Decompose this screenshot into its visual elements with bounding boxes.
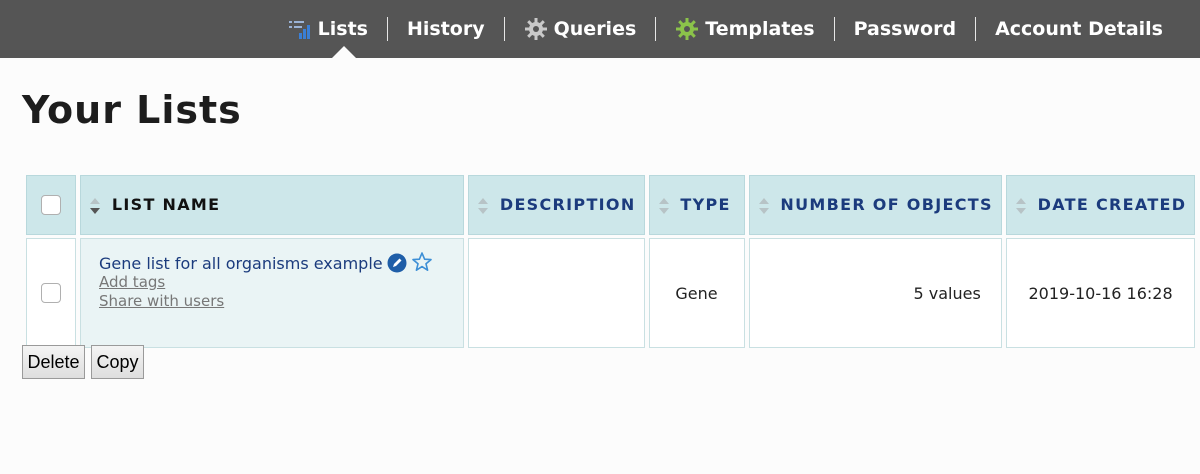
page-title: Your Lists (22, 88, 242, 132)
active-tab-pointer (332, 46, 356, 58)
date-created-cell: 2019-10-16 16:28 (1005, 238, 1196, 348)
star-icon[interactable] (411, 251, 433, 273)
templates-gear-icon (676, 18, 699, 40)
sort-icon (90, 197, 100, 214)
nav-templates[interactable]: Templates (656, 16, 833, 42)
nav-queries-label: Queries (553, 18, 637, 40)
column-label: DATE CREATED (1037, 195, 1187, 215)
table-row: Gene list for all organisms example Add … (26, 238, 1196, 348)
column-header-type[interactable]: TYPE (648, 175, 745, 235)
nav-account-details[interactable]: Account Details (976, 16, 1182, 42)
sort-icon (1015, 197, 1026, 214)
sort-icon (658, 197, 669, 214)
column-header-list-name[interactable]: LIST NAME (80, 175, 464, 235)
table-header-row: LIST NAME DESCRIPTION TYPE NUMBER OF OBJ… (26, 175, 1196, 235)
add-tags-link[interactable]: Add tags (99, 273, 445, 292)
column-label: NUMBER OF OBJECTS (780, 195, 993, 215)
nav-lists[interactable]: Lists (269, 16, 387, 42)
nav-lists-label: Lists (317, 18, 368, 40)
count-cell: 5 values (748, 238, 1002, 348)
main-nav: Lists History Queries Templates Password… (269, 0, 1182, 58)
copy-button[interactable]: Copy (91, 345, 144, 379)
column-header-date-created[interactable]: DATE CREATED (1005, 175, 1196, 235)
top-nav-bar: Lists History Queries Templates Password… (0, 0, 1200, 58)
nav-password[interactable]: Password (835, 16, 975, 42)
gear-icon (524, 18, 547, 40)
delete-button[interactable]: Delete (22, 345, 85, 379)
nav-templates-label: Templates (705, 18, 815, 40)
description-cell (468, 238, 645, 348)
sort-icon (758, 197, 769, 214)
list-name-link[interactable]: Gene list for all organisms example (99, 254, 383, 273)
column-header-number-of-objects[interactable]: NUMBER OF OBJECTS (748, 175, 1002, 235)
column-label: DESCRIPTION (499, 195, 636, 215)
share-with-users-link[interactable]: Share with users (99, 292, 445, 311)
nav-password-label: Password (853, 18, 957, 40)
column-label: LIST NAME (111, 195, 221, 215)
column-label: TYPE (680, 195, 731, 215)
nav-history[interactable]: History (388, 16, 504, 42)
nav-queries[interactable]: Queries (505, 16, 656, 42)
row-checkbox[interactable] (41, 283, 61, 303)
column-header-description[interactable]: DESCRIPTION (468, 175, 645, 235)
row-select-cell (26, 238, 76, 348)
select-all-header (26, 175, 76, 235)
edit-icon[interactable] (387, 253, 407, 273)
lists-icon (288, 21, 310, 39)
nav-account-details-label: Account Details (995, 18, 1163, 40)
sort-icon (478, 197, 488, 214)
nav-history-label: History (407, 18, 485, 40)
type-cell: Gene (648, 238, 745, 348)
list-name-cell: Gene list for all organisms example Add … (80, 238, 464, 348)
lists-table: LIST NAME DESCRIPTION TYPE NUMBER OF OBJ… (22, 172, 1199, 351)
select-all-checkbox[interactable] (41, 195, 61, 215)
